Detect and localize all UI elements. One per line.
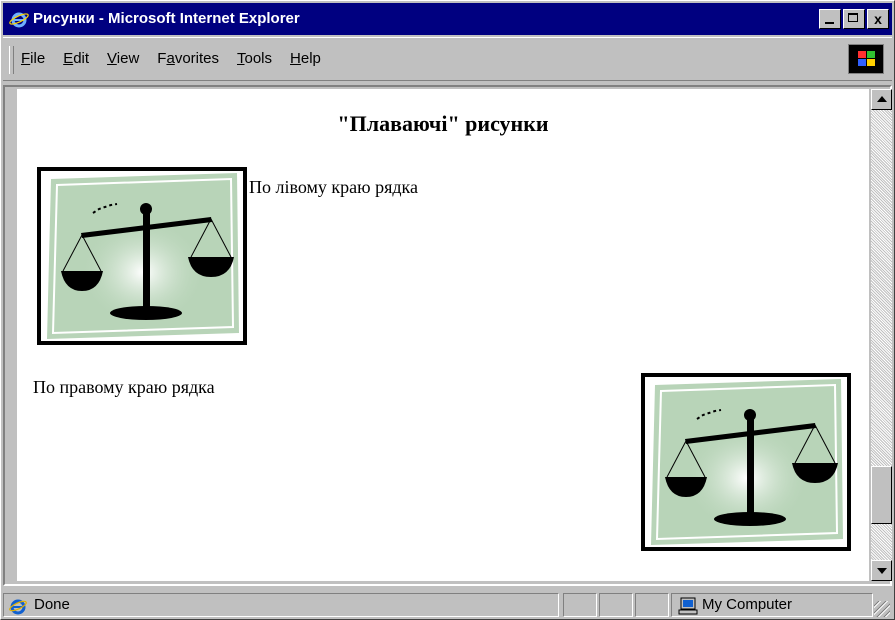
- window-controls: x: [817, 9, 889, 30]
- status-zone-panel: My Computer: [671, 593, 873, 617]
- close-button[interactable]: x: [867, 9, 889, 29]
- menu-view[interactable]: View: [107, 50, 139, 67]
- menu-favorites-key: a: [166, 50, 175, 67]
- menu-file-rest: ile: [30, 50, 46, 67]
- resize-grip[interactable]: [874, 601, 890, 617]
- browser-window: Рисунки - Microsoft Internet Explorer x …: [0, 0, 895, 620]
- menu-list: File Edit View Favorites Tools Help: [21, 50, 339, 67]
- menu-edit-rest: dit: [73, 50, 90, 67]
- menu-bar: File Edit View Favorites Tools Help: [3, 37, 892, 81]
- menu-file[interactable]: File: [21, 50, 45, 67]
- status-cell-1: [563, 593, 597, 617]
- ie-page-icon: [9, 599, 27, 615]
- menu-help[interactable]: Help: [290, 50, 321, 67]
- toolbar-grip[interactable]: [9, 46, 14, 74]
- menu-tools[interactable]: Tools: [237, 50, 272, 67]
- zone-text: My Computer: [702, 596, 793, 613]
- status-text: Done: [34, 596, 70, 613]
- title-bar[interactable]: Рисунки - Microsoft Internet Explorer x: [3, 3, 892, 35]
- menu-tools-key: T: [237, 50, 245, 67]
- vertical-scrollbar[interactable]: [871, 89, 892, 581]
- menu-edit-key: E: [63, 50, 74, 67]
- ie-logo-icon: [9, 9, 29, 29]
- scales-image-right: [641, 373, 851, 551]
- menu-view-key: V: [107, 50, 117, 67]
- right-caption: По правому краю рядка: [33, 377, 215, 397]
- menu-favorites[interactable]: Favorites: [157, 50, 219, 67]
- status-bar: Done My Computer: [3, 591, 892, 619]
- left-caption: По лівому краю рядка: [249, 177, 418, 197]
- status-main-panel: Done: [3, 593, 559, 617]
- menu-help-rest: elp: [300, 50, 321, 67]
- page-content[interactable]: "Плаваючі" рисунки По лівому краю рядка: [17, 89, 869, 581]
- status-cell-2: [599, 593, 633, 617]
- window-title: Рисунки - Microsoft Internet Explorer: [33, 10, 300, 27]
- menu-tools-rest: ools: [244, 50, 273, 67]
- scroll-up-button[interactable]: [871, 89, 892, 110]
- maximize-button[interactable]: [843, 9, 865, 29]
- menu-help-key: H: [290, 50, 301, 67]
- my-computer-icon: [678, 597, 698, 615]
- menu-favorites-rest: vorites: [174, 50, 219, 67]
- scroll-down-button[interactable]: [871, 560, 892, 581]
- minimize-button[interactable]: [819, 9, 841, 29]
- scales-of-justice-icon: [645, 377, 847, 547]
- windows-logo-icon: [848, 44, 884, 74]
- scroll-thumb[interactable]: [871, 466, 892, 524]
- menu-edit[interactable]: Edit: [63, 50, 89, 67]
- scales-image-left: [37, 167, 247, 345]
- scales-of-justice-icon: [41, 171, 243, 341]
- menu-view-rest: iew: [116, 50, 140, 67]
- menu-file-key: F: [21, 50, 31, 67]
- page-heading: "Плаваючі" рисунки: [337, 111, 549, 136]
- status-cell-3: [635, 593, 669, 617]
